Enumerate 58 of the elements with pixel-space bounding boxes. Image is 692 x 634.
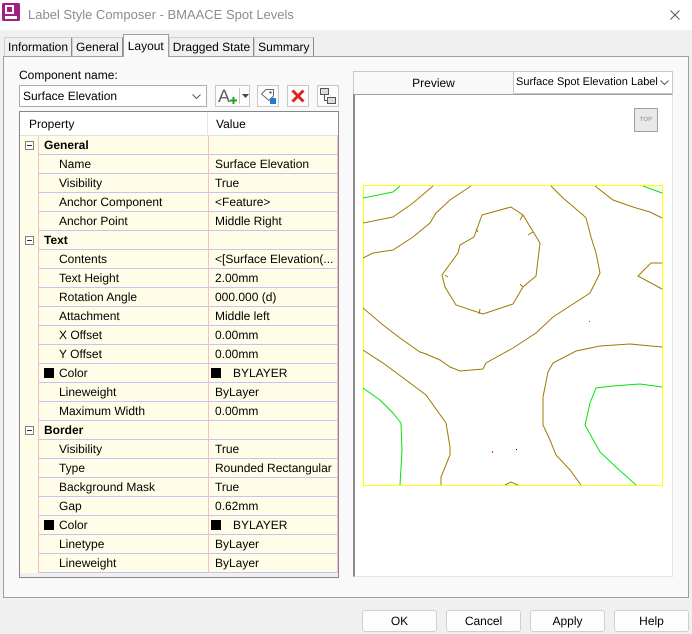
category-label: Border xyxy=(44,422,84,439)
property-name: Rotation Angle xyxy=(59,289,138,306)
property-name: Anchor Component xyxy=(59,194,162,211)
property-name: Name xyxy=(59,156,92,173)
category-label: Text xyxy=(44,232,68,249)
close-icon xyxy=(670,10,680,20)
property-name: Color xyxy=(59,365,88,382)
delete-icon xyxy=(291,89,305,103)
component-name-dropdown[interactable]: Surface Elevation xyxy=(19,85,207,107)
preview-label: Preview xyxy=(353,71,513,94)
collapse-icon[interactable] xyxy=(24,236,34,245)
column-header: Value xyxy=(208,112,338,136)
property-value[interactable]: True xyxy=(215,174,240,192)
property-name: Contents xyxy=(59,251,108,268)
property-name: Background Mask xyxy=(59,479,156,496)
property-name: Attachment xyxy=(59,308,120,325)
tab[interactable]: Information xyxy=(4,37,72,56)
property-value[interactable]: True xyxy=(215,478,240,496)
view-style-dropdown[interactable]: Surface Spot Elevation Label xyxy=(513,71,673,94)
apply-button[interactable]: Apply xyxy=(530,610,605,632)
property-name: Visibility xyxy=(59,441,102,458)
column-header: Property xyxy=(20,112,208,136)
property-name: Anchor Point xyxy=(59,213,128,230)
chevron-down-icon xyxy=(192,94,201,98)
property-name: Lineweight xyxy=(59,384,116,401)
property-name: Text Height xyxy=(59,270,120,287)
property-name: Gap xyxy=(59,498,82,515)
tag-button[interactable] xyxy=(257,85,279,107)
plus-icon xyxy=(230,97,238,104)
property-name: Color xyxy=(59,517,88,534)
window-title: Label Style Composer - BMAACE Spot Levels xyxy=(28,6,294,24)
tab[interactable]: General xyxy=(72,37,123,56)
property-name: X Offset xyxy=(59,327,102,344)
tab[interactable]: Summary xyxy=(254,37,314,56)
property-name: Visibility xyxy=(59,175,102,192)
squares-icon xyxy=(320,88,336,104)
component-name-label: Component name: xyxy=(19,68,119,82)
property-name: Y Offset xyxy=(59,346,102,363)
property-name: Lineweight xyxy=(59,555,116,572)
ok-button[interactable]: OK xyxy=(362,610,437,632)
help-button[interactable]: Help xyxy=(614,610,689,632)
close-button[interactable] xyxy=(668,8,682,22)
caret-down-icon xyxy=(242,94,249,98)
delete-button[interactable] xyxy=(287,85,309,107)
tab[interactable]: Layout xyxy=(122,34,169,57)
tag-icon xyxy=(260,88,276,104)
collapse-icon[interactable] xyxy=(24,426,34,435)
cancel-button[interactable]: Cancel xyxy=(446,610,521,632)
chevron-down-icon xyxy=(660,80,669,85)
squares-button[interactable] xyxy=(317,85,339,107)
property-value[interactable]: True xyxy=(215,440,240,458)
tab[interactable]: Dragged State xyxy=(168,37,254,56)
category-label: General xyxy=(44,137,89,154)
property-name: Maximum Width xyxy=(59,403,146,420)
collapse-icon[interactable] xyxy=(24,141,34,150)
add-component-button[interactable]: A xyxy=(215,85,250,107)
property-name: Linetype xyxy=(59,536,104,553)
property-name: Type xyxy=(59,460,86,477)
